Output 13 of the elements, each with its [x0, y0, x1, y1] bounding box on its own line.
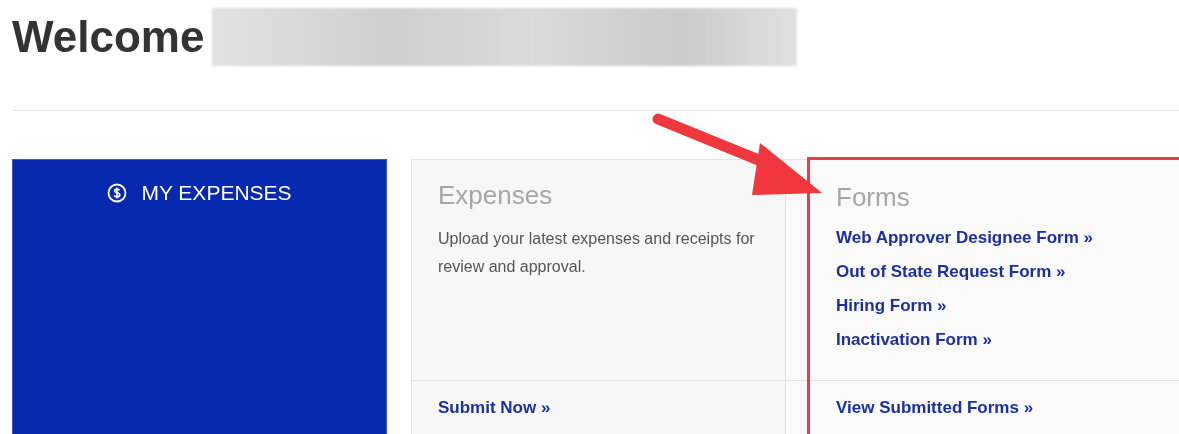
- card-title: Forms: [836, 182, 910, 213]
- tile-label: MY EXPENSES: [141, 181, 292, 205]
- dollar-icon: [107, 183, 128, 203]
- footer-link[interactable]: View Submitted Forms »: [836, 397, 1034, 419]
- card-title: Expenses: [438, 180, 553, 211]
- expenses-tile[interactable]: MY EXPENSES: [12, 159, 387, 434]
- form-link[interactable]: Hiring Form »: [836, 295, 947, 317]
- form-link[interactable]: Web Approver Designee Form »: [836, 227, 1093, 249]
- form-link[interactable]: Inactivation Form »: [836, 329, 992, 351]
- form-link[interactable]: Out of State Request Form »: [836, 261, 1066, 283]
- footer-link[interactable]: Submit Now »: [438, 397, 551, 419]
- page-title: Welcome: [12, 11, 205, 63]
- card-description: Upload your latest expenses and receipts for review and approval.: [438, 229, 756, 277]
